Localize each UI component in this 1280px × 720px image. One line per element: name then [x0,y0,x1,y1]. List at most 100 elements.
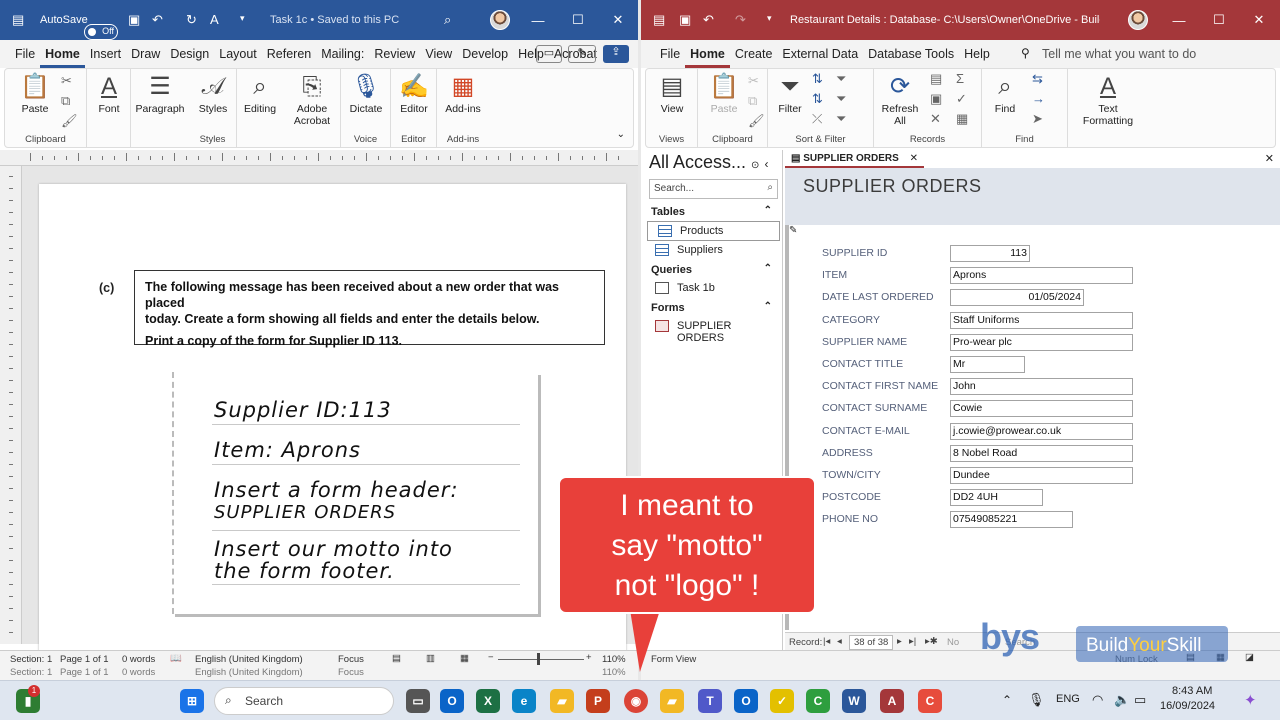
speaker-icon[interactable]: 🔈 [1114,692,1130,708]
previous-record-icon[interactable]: ◂ [837,636,842,647]
focus-button[interactable]: Focus [338,654,364,665]
collapse-pane-icon[interactable]: ‹ [764,157,768,171]
field-input[interactable]: 01/05/2024 [950,289,1084,307]
styles-button[interactable]: 𝒜 Styles [193,73,233,115]
selection-filter-icon[interactable]: ⏷ [836,71,846,87]
battery-icon[interactable]: ▭ [1134,692,1146,708]
copilot-icon[interactable]: ✦ [1244,691,1257,709]
collapse-icon[interactable]: ⌃ [764,301,772,312]
select-icon[interactable]: ➤ [1032,111,1043,127]
tab-mailings[interactable]: Mailing: [316,40,369,68]
clock-date[interactable]: 16/09/2024 [1160,700,1215,712]
field-input[interactable]: Mr [950,356,1025,373]
word-count[interactable]: 0 words [122,654,155,665]
collapse-ribbon-icon[interactable]: ⌄ [617,129,625,140]
no-filter-indicator[interactable]: No [947,637,959,648]
tab-developer[interactable]: Develop [457,40,513,68]
copy-icon[interactable]: ⧉ [748,93,757,109]
undo-icon[interactable]: ↶ [703,12,714,28]
nav-section-forms[interactable]: Forms ⌃ [645,299,782,317]
totals-icon[interactable]: Σ [956,71,964,86]
close-icon[interactable]: ✕ [598,0,638,40]
nav-item-task-1b[interactable]: Task 1b [645,279,782,299]
outlook-icon[interactable]: O [440,689,464,713]
find-button[interactable]: ⌕ Find [986,73,1024,115]
teams-icon[interactable]: T [698,689,722,713]
nav-pane-title[interactable]: All Access... ⊙ ‹ [645,150,782,175]
nav-item-suppliers[interactable]: Suppliers [645,241,782,261]
tab-database-tools[interactable]: Database Tools [863,40,959,68]
vertical-ruler[interactable] [0,166,22,644]
paragraph-button[interactable]: ☰ Paragraph [133,73,187,115]
language-indicator[interactable]: English (United Kingdom) [195,654,303,665]
start-icon[interactable]: ⊞ [180,689,204,713]
tab-home[interactable]: Home [40,40,85,68]
sort-descending-icon[interactable]: ⇅ [812,91,823,107]
editor-button[interactable]: ✍ Editor [395,73,433,115]
filter-button[interactable]: ⏷ Filter [772,73,808,115]
search-icon[interactable]: ⌕ [767,182,773,193]
text-formatting-button[interactable]: A Text Formatting [1072,73,1144,127]
cut-icon[interactable]: ✂ [61,73,72,89]
more-records-icon[interactable]: ▦ [956,111,968,127]
horizontal-ruler[interactable] [0,150,638,166]
field-input[interactable]: 07549085221 [950,511,1073,529]
screen-recorder-icon[interactable]: C [918,689,942,713]
adobe-acrobat-button[interactable]: ⎘ Adobe Acrobat [285,73,339,127]
nav-item-products[interactable]: Products [647,221,780,241]
folder-icon[interactable]: ▰ [660,689,684,713]
last-record-icon[interactable]: ▸| [909,636,916,647]
record-selector-icon[interactable]: ✎ [789,225,797,236]
search-icon[interactable]: ⌕ [444,12,451,28]
copy-icon[interactable]: ⧉ [61,93,70,109]
tab-layout[interactable]: Layout [214,40,262,68]
close-form-icon[interactable]: ✕ [1265,152,1274,165]
format-painter-icon[interactable]: 🖌 [748,113,765,129]
tab-help[interactable]: Help [959,40,995,68]
nav-item-supplier-orders[interactable]: SUPPLIER ORDERS [645,317,782,344]
nav-search-input[interactable]: Search... ⌕ [649,179,778,199]
nav-section-queries[interactable]: Queries ⌃ [645,261,782,279]
toggle-filter-icon[interactable]: ⏷ [836,111,846,127]
first-record-icon[interactable]: |◂ [823,636,830,647]
quick-access-chevron-icon[interactable]: ▾ [767,13,772,24]
edge-icon[interactable]: e [512,689,536,713]
tab-create[interactable]: Create [730,40,778,68]
print-layout-icon[interactable]: ▥ [426,653,435,664]
tab-file[interactable]: File [655,40,685,68]
taskbar-search-input[interactable]: ⌕ Search [214,687,394,715]
redo-icon[interactable]: ↻ [186,12,197,28]
microphone-icon[interactable]: 🎙 [1028,692,1045,708]
autosave-toggle[interactable]: Off [84,24,118,40]
read-mode-icon[interactable]: ▤ [392,653,401,664]
task-view-icon[interactable]: ▭ [406,689,430,713]
field-input[interactable]: 113 [950,245,1030,262]
field-input[interactable]: DD2 4UH [950,489,1043,507]
save-icon[interactable]: ▣ [679,12,691,28]
zoom-in-icon[interactable]: + [586,652,592,663]
share-icon[interactable]: ⇪ [603,45,629,63]
field-input[interactable]: Aprons [950,267,1133,285]
web-layout-icon[interactable]: ▦ [460,653,469,664]
save-record-icon[interactable]: ▣ [930,91,942,107]
dictate-button[interactable]: 🎙 Dictate [345,73,387,115]
next-record-icon[interactable]: ▸ [897,636,902,647]
maximize-icon[interactable]: ☐ [558,0,598,40]
maximize-icon[interactable]: ☐ [1199,0,1239,40]
comments-icon[interactable]: ▭ [536,45,562,63]
access-icon[interactable]: A [880,689,904,713]
field-input[interactable]: 8 Nobel Road [950,444,1133,462]
app-icon[interactable]: C [806,689,830,713]
format-painter-icon[interactable]: 🖌 [61,113,78,129]
field-input[interactable]: Dundee [950,467,1133,484]
zoom-slider[interactable] [498,659,584,660]
sticky-notes-icon[interactable]: ✓ [770,689,794,713]
avatar[interactable] [490,10,510,30]
delete-record-icon[interactable]: ✕ [930,111,941,127]
show-hidden-icons-icon[interactable]: ⌃ [1002,693,1012,707]
field-input[interactable]: j.cowie@prowear.co.uk [950,422,1133,440]
field-input[interactable]: John [950,378,1133,396]
spelling-icon[interactable]: ✓ [956,91,967,107]
field-input[interactable]: Staff Uniforms [950,311,1133,329]
close-tab-icon[interactable]: ✕ [910,153,918,164]
